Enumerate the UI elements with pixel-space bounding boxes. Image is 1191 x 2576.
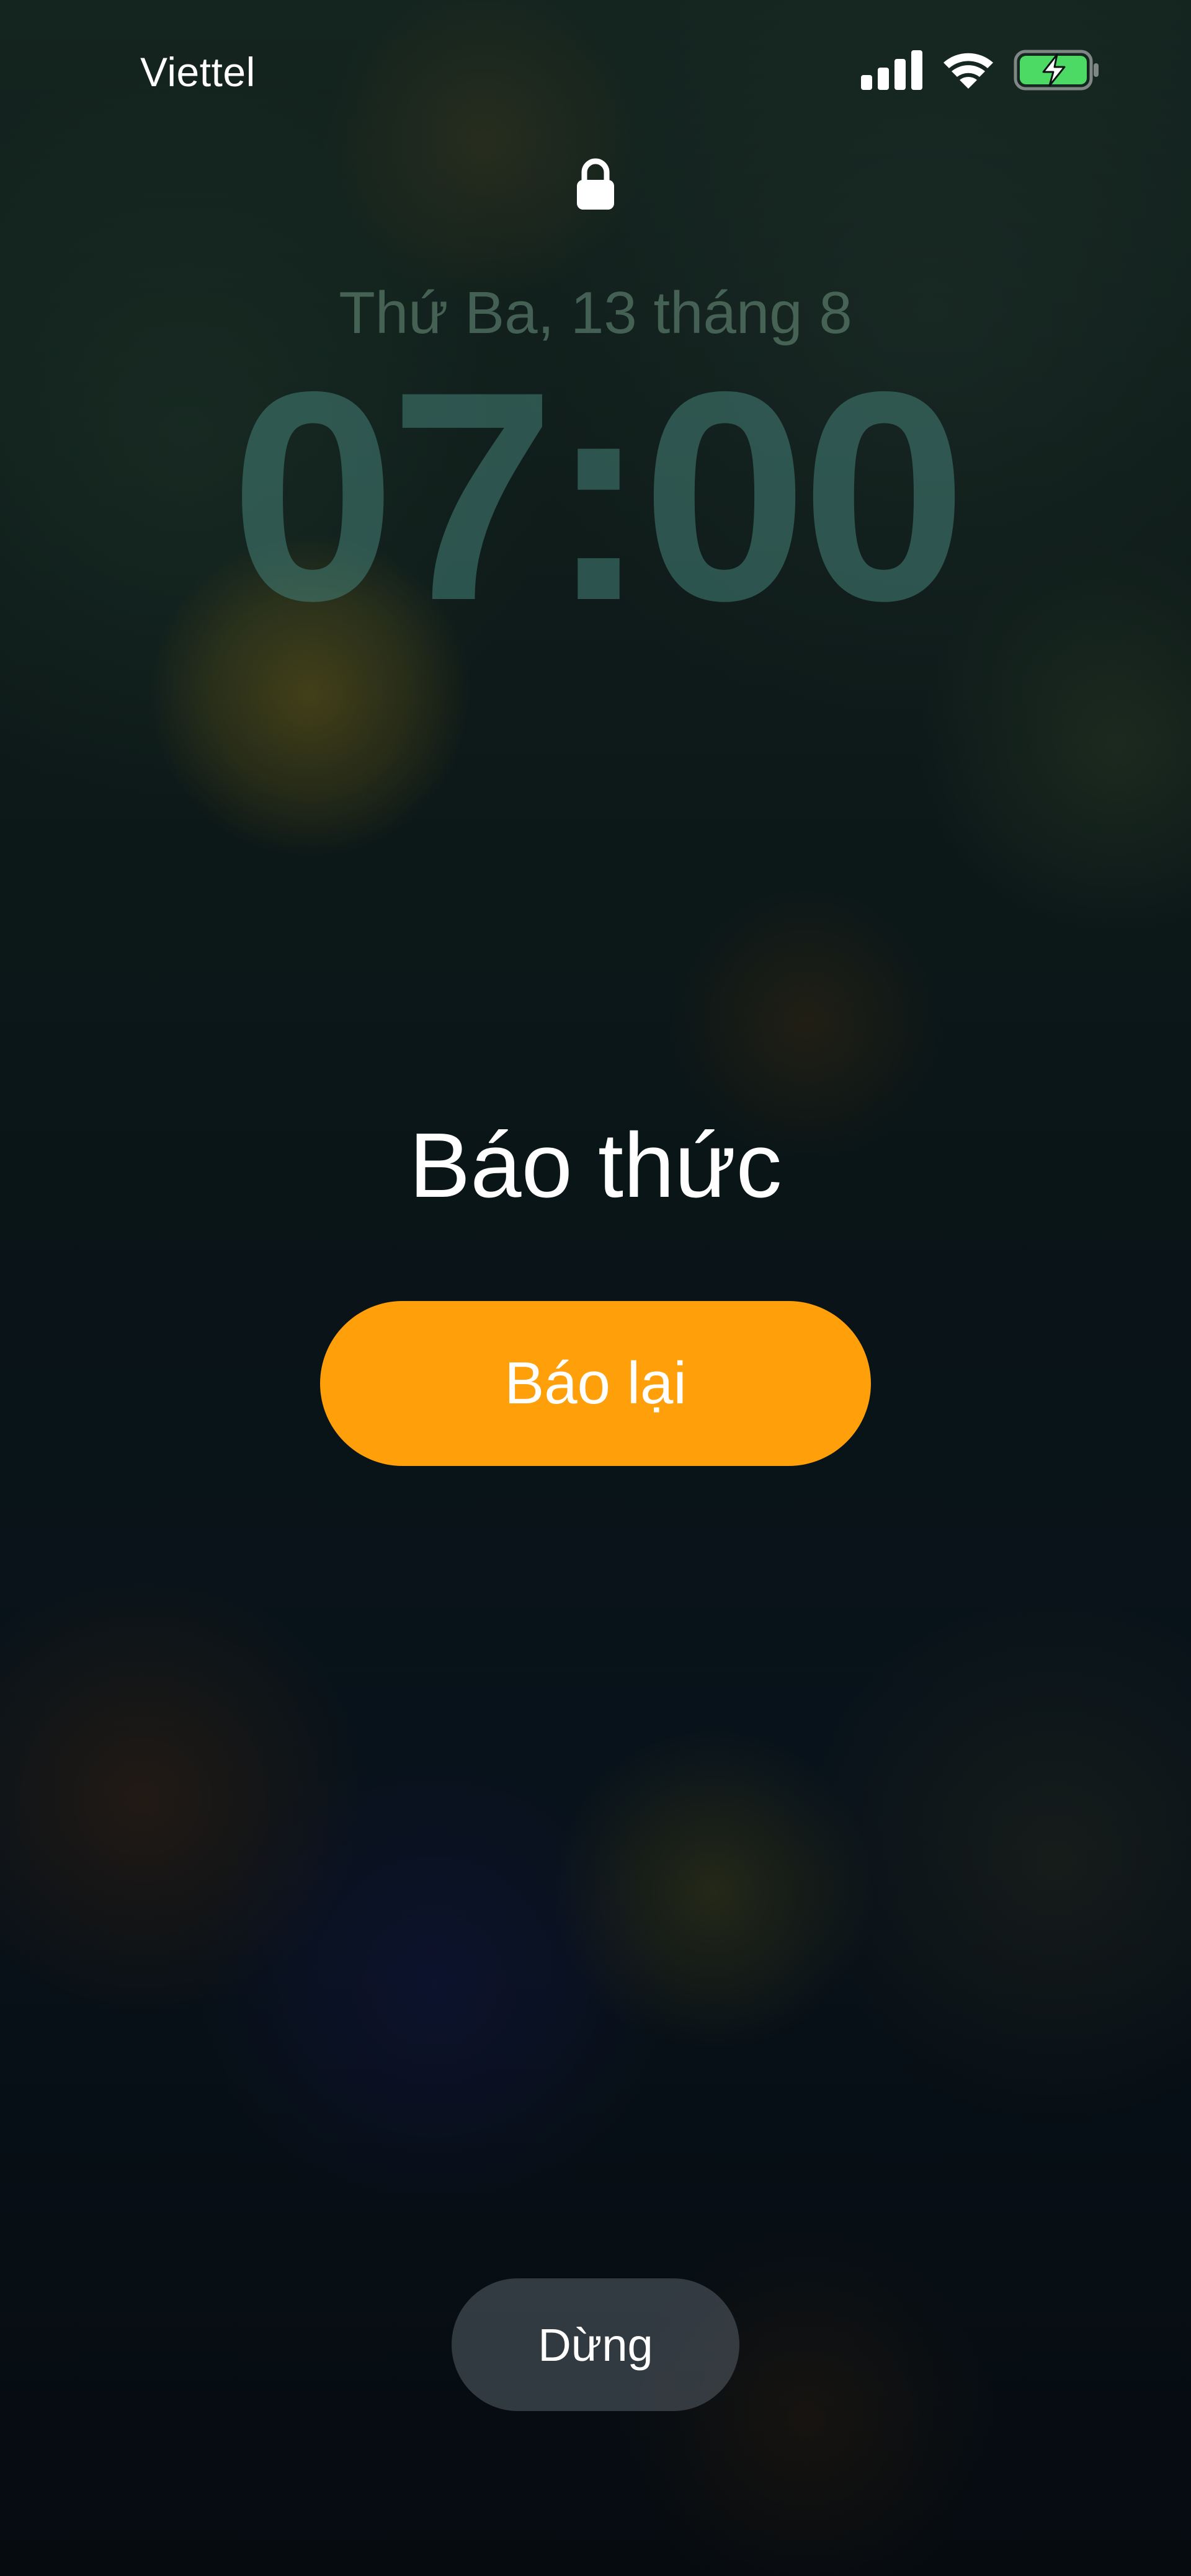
- status-icons: [861, 50, 1100, 94]
- lock-icon: [576, 158, 615, 211]
- wifi-icon: [942, 50, 995, 93]
- cellular-signal-icon: [861, 50, 923, 93]
- status-bar: Viettel: [0, 0, 1191, 143]
- snooze-button[interactable]: Báo lại: [320, 1301, 871, 1466]
- battery-charging-icon: [1014, 50, 1100, 94]
- lock-screen-time: 07:00: [230, 329, 967, 662]
- alarm-title: Báo thức: [409, 1114, 782, 1217]
- carrier-name: Viettel: [140, 49, 256, 95]
- alarm-lock-screen: Viettel Thứ Ba, 13 tháng 8 07:00 Báo thứ…: [0, 0, 1191, 2576]
- stop-button[interactable]: Dừng: [452, 2278, 739, 2411]
